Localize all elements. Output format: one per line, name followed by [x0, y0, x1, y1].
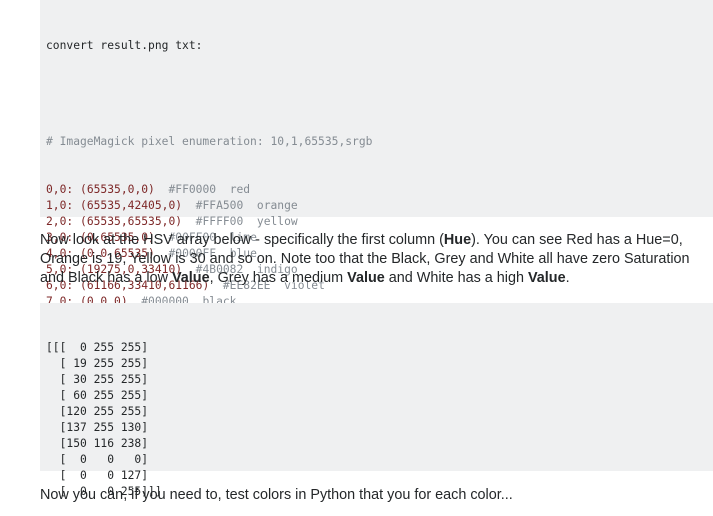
- imagemagick-output-code-block: convert result.png txt: # ImageMagick pi…: [40, 0, 713, 340]
- pixel-hex: #FFFF00: [195, 215, 244, 228]
- value-bold: Value: [527, 270, 566, 286]
- hsv-row: [ 60 255 255]: [46, 389, 149, 402]
- value-bold: Value: [172, 270, 210, 286]
- pixel-triple: (65535,65535,0): [80, 215, 183, 228]
- hsv-row: [[[ 0 255 255]: [46, 341, 149, 354]
- pixel-coord: 2,0:: [46, 215, 74, 228]
- pixel-name: red: [229, 183, 251, 196]
- cutoff-next-paragraph: Now you can, if you need to, test colors…: [40, 487, 513, 503]
- hsv-row: [ 0 0 127]: [46, 469, 149, 482]
- hsv-row: [137 255 130]: [46, 421, 149, 434]
- hsv-row: [150 116 238]: [46, 437, 149, 450]
- hsv-array-code-block: [[[ 0 255 255] [ 19 255 255] [ 30 255 25…: [40, 303, 713, 498]
- pixel-row: 2,0: (65535,65535,0) #FFFF00 yellow: [46, 214, 713, 230]
- hue-bold: Hue: [443, 232, 472, 248]
- pixel-name: yellow: [256, 215, 298, 228]
- pixel-triple: (65535,0,0): [80, 183, 155, 196]
- hsv-row: [ 30 255 255]: [46, 373, 149, 386]
- hsv-row: [ 0 0 0]: [46, 453, 149, 466]
- hsv-rows: [[[ 0 255 255] [ 19 255 255] [ 30 255 25…: [46, 340, 713, 500]
- explanation-paragraph: Now look at the HSV array below - specif…: [40, 232, 690, 286]
- pixel-hex: #FFA500: [195, 199, 244, 212]
- pixel-hex: #FF0000: [168, 183, 217, 196]
- pixel-name: orange: [256, 199, 298, 212]
- header-comment: # ImageMagick pixel enumeration: 10,1,65…: [46, 135, 373, 148]
- pixel-row: 1,0: (65535,42405,0) #FFA500 orange: [46, 198, 713, 214]
- pixel-row: 0,0: (65535,0,0) #FF0000 red: [46, 182, 713, 198]
- value-bold: Value: [347, 270, 385, 286]
- hsv-row: [ 19 255 255]: [46, 357, 149, 370]
- pixel-coord: 1,0:: [46, 199, 74, 212]
- pixel-triple: (65535,42405,0): [80, 199, 183, 212]
- command-line: convert result.png txt:: [46, 39, 203, 52]
- hsv-row: [120 255 255]: [46, 405, 149, 418]
- pixel-coord: 0,0:: [46, 183, 74, 196]
